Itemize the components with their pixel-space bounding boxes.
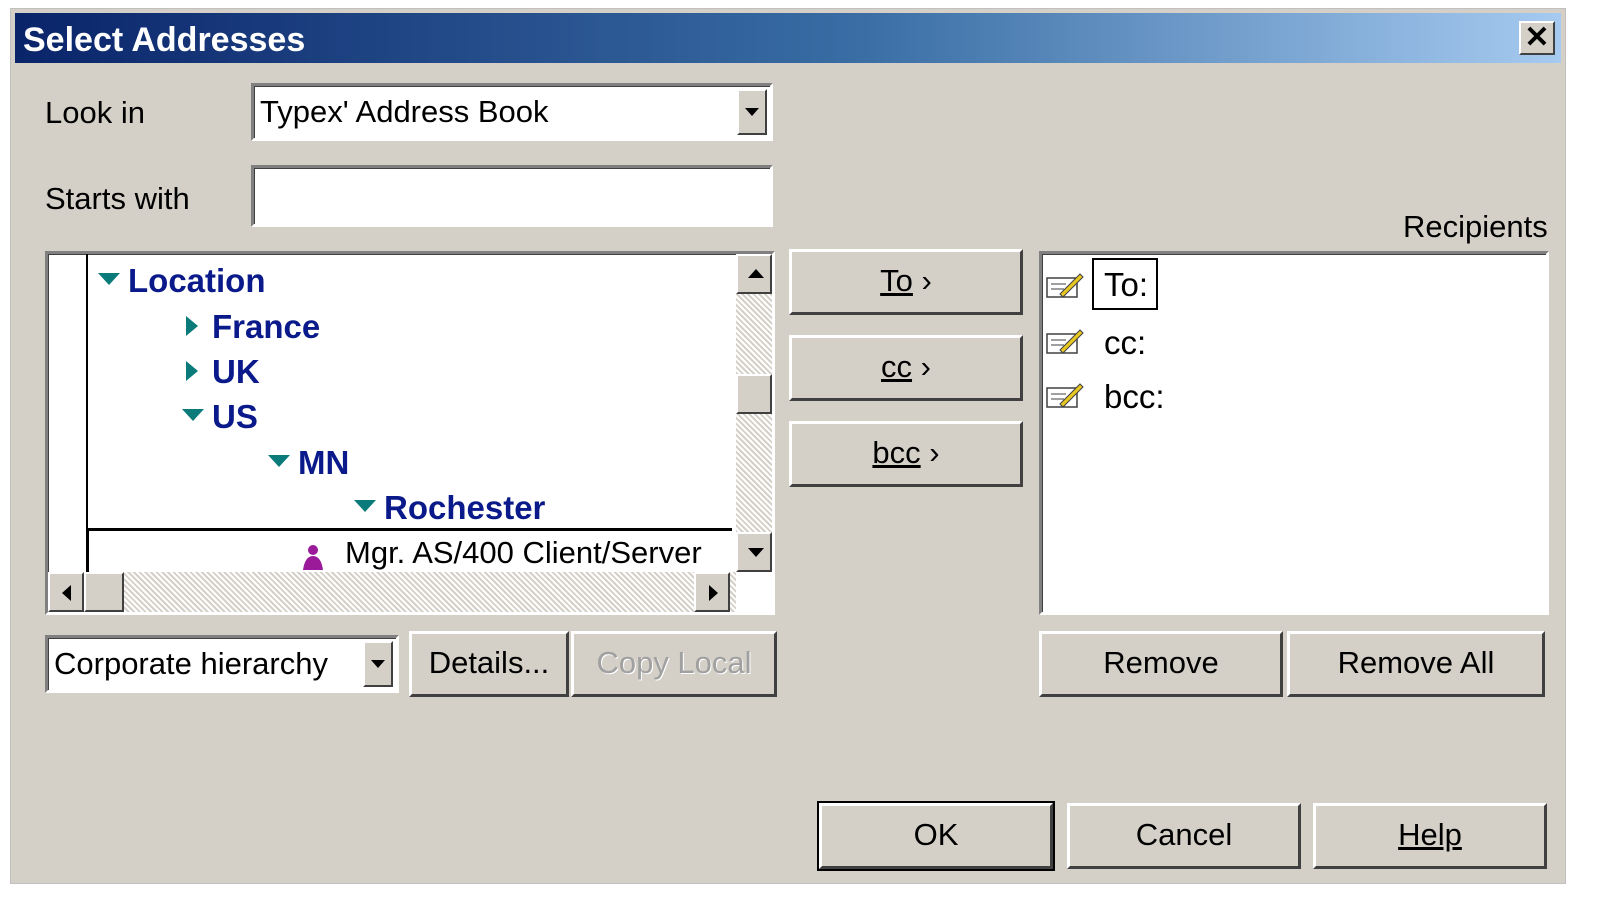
collapsed-arrow-icon [186, 316, 198, 337]
vertical-scrollbar[interactable] [736, 254, 772, 572]
cancel-label: Cancel [1135, 817, 1233, 852]
recipients-label: Recipients [1403, 209, 1548, 244]
look-in-label: Look in [45, 95, 145, 130]
horizontal-scrollbar[interactable] [48, 572, 736, 612]
remove-button[interactable]: Remove [1039, 631, 1283, 697]
remove-all-label: Remove All [1337, 645, 1495, 680]
horizontal-scroll-thumb[interactable] [84, 572, 124, 612]
pencil-note-icon [1046, 383, 1084, 408]
title-bar[interactable]: Select Addresses ✕ [15, 13, 1561, 63]
tree-item-person[interactable]: Mgr. AS/400 Client/Server [86, 528, 732, 574]
scroll-right-icon [709, 585, 718, 601]
remove-all-button[interactable]: Remove All [1287, 631, 1545, 697]
tree-item-location[interactable]: Location [98, 262, 266, 300]
help-button[interactable]: Help [1313, 803, 1547, 869]
person-icon [303, 545, 323, 570]
expanded-arrow-icon [354, 500, 376, 513]
tree-item-mn[interactable]: MN [268, 444, 349, 482]
tree-item-label: Rochester [384, 489, 546, 526]
select-addresses-dialog: Select Addresses ✕ Look in Typex' Addres… [10, 8, 1566, 884]
scroll-down-icon [748, 548, 764, 557]
address-tree[interactable]: Location France UK US MN Rochester Mgr. … [45, 251, 775, 615]
help-label: Help [1398, 817, 1462, 852]
starts-with-label: Starts with [45, 181, 190, 216]
chevron-down-icon [371, 660, 385, 668]
window-title: Select Addresses [23, 21, 306, 59]
close-button[interactable]: ✕ [1519, 21, 1555, 55]
collapsed-arrow-icon [186, 361, 198, 382]
remove-label: Remove [1103, 645, 1219, 680]
copy-local-button: Copy Local [571, 631, 777, 697]
cc-button[interactable]: cc › [789, 335, 1023, 401]
scroll-right-button[interactable] [694, 572, 730, 612]
starts-with-input[interactable] [251, 165, 773, 227]
look-in-select[interactable]: Typex' Address Book [251, 83, 773, 141]
cc-field-label[interactable]: cc: [1104, 324, 1146, 362]
person-name: Mgr. AS/400 Client/Server [345, 535, 702, 570]
scroll-up-icon [748, 269, 764, 278]
to-field-focus[interactable]: To: [1092, 258, 1158, 310]
look-in-dropdown-button[interactable] [737, 89, 767, 135]
expanded-arrow-icon [182, 409, 204, 422]
recipients-list[interactable]: To: cc: bcc: [1039, 251, 1549, 615]
ok-button[interactable]: OK [817, 801, 1055, 871]
expanded-arrow-icon [98, 273, 120, 286]
view-dropdown-button[interactable] [363, 641, 393, 687]
to-button[interactable]: To › [789, 249, 1023, 315]
to-label: To [880, 263, 913, 298]
look-in-value: Typex' Address Book [260, 94, 549, 129]
bcc-button[interactable]: bcc › [789, 421, 1023, 487]
tree-item-label: MN [298, 444, 350, 481]
copy-local-label: Copy Local [596, 645, 752, 680]
to-field-label: To: [1104, 266, 1149, 303]
details-button[interactable]: Details... [409, 631, 569, 697]
tree-indent-line [86, 254, 88, 528]
scroll-left-button[interactable] [48, 572, 84, 612]
cc-label: cc [881, 349, 913, 384]
tree-item-label: Location [128, 262, 266, 299]
chevron-right-icon: › [920, 435, 940, 470]
bcc-field-label[interactable]: bcc: [1104, 378, 1165, 416]
scroll-down-button[interactable] [736, 532, 772, 572]
view-select-value: Corporate hierarchy [54, 646, 328, 681]
pencil-note-icon [1046, 273, 1084, 298]
ok-label: OK [913, 817, 959, 852]
tree-item-france[interactable]: France [186, 308, 320, 346]
expanded-arrow-icon [268, 455, 290, 468]
tree-item-rochester[interactable]: Rochester [354, 489, 545, 527]
pencil-note-icon [1046, 329, 1084, 354]
cancel-button[interactable]: Cancel [1067, 803, 1301, 869]
scroll-thumb[interactable] [736, 374, 772, 414]
details-label: Details... [428, 645, 550, 680]
tree-item-label: UK [212, 353, 260, 390]
view-select[interactable]: Corporate hierarchy [45, 635, 399, 693]
bcc-label: bcc [872, 435, 921, 470]
chevron-right-icon: › [912, 263, 932, 298]
tree-item-us[interactable]: US [182, 398, 258, 436]
chevron-down-icon [745, 108, 759, 116]
close-icon: ✕ [1524, 21, 1550, 54]
scroll-up-button[interactable] [736, 254, 772, 294]
chevron-right-icon: › [912, 349, 931, 384]
tree-item-label: US [212, 398, 258, 435]
tree-item-label: France [212, 308, 321, 345]
scroll-left-icon [62, 585, 71, 601]
tree-item-uk[interactable]: UK [186, 353, 260, 391]
